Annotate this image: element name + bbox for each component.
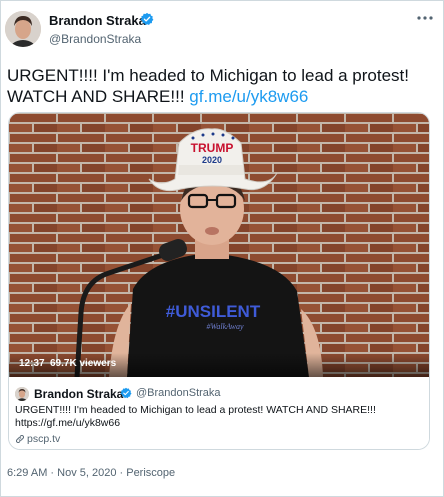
video-frame-image: TRUMP 2020 #UNSILENT #WalkAway (9, 113, 429, 377)
video-duration: 12:37 (19, 358, 45, 369)
video-viewers: 69.7K viewers (50, 358, 117, 369)
tweet-text: URGENT!!!! I'm headed to Michigan to lea… (7, 65, 439, 107)
author-display-name[interactable]: Brandon Straka (49, 13, 146, 28)
embedded-media-card[interactable]: TRUMP 2020 #UNSILENT #WalkAway 12:37 69.… (8, 112, 430, 450)
verified-badge-icon (120, 387, 132, 399)
author-avatar[interactable] (5, 11, 41, 47)
author-handle[interactable]: @BrandonStraka (49, 32, 141, 46)
verified-badge-icon (140, 12, 154, 26)
quoted-tweet[interactable]: Brandon Straka @BrandonStraka URGENT!!!!… (9, 377, 429, 449)
tweet-link[interactable]: gf.me/u/yk8w66 (189, 87, 308, 106)
more-options-icon[interactable] (415, 13, 435, 23)
shirt-subtext: #WalkAway (206, 322, 243, 331)
video-player[interactable]: TRUMP 2020 #UNSILENT #WalkAway 12:37 69.… (9, 113, 429, 377)
shirt-text: #UNSILENT (166, 302, 261, 321)
quoted-link-domain[interactable]: pscp.tv (27, 433, 60, 445)
quoted-author-avatar (15, 387, 29, 401)
quoted-author-name: Brandon Straka (34, 387, 124, 401)
hat-year-text: 2020 (202, 155, 222, 165)
hat-brand-text: TRUMP (191, 141, 234, 155)
tweet-timestamp-source[interactable]: 6:29 AM · Nov 5, 2020 · Periscope (7, 467, 175, 479)
quoted-tweet-text: URGENT!!!! I'm headed to Michigan to lea… (15, 404, 376, 429)
link-icon (15, 434, 25, 444)
quoted-author-handle: @BrandonStraka (136, 387, 221, 399)
tweet-card: Brandon Straka @BrandonStraka URGENT!!!!… (0, 0, 444, 497)
